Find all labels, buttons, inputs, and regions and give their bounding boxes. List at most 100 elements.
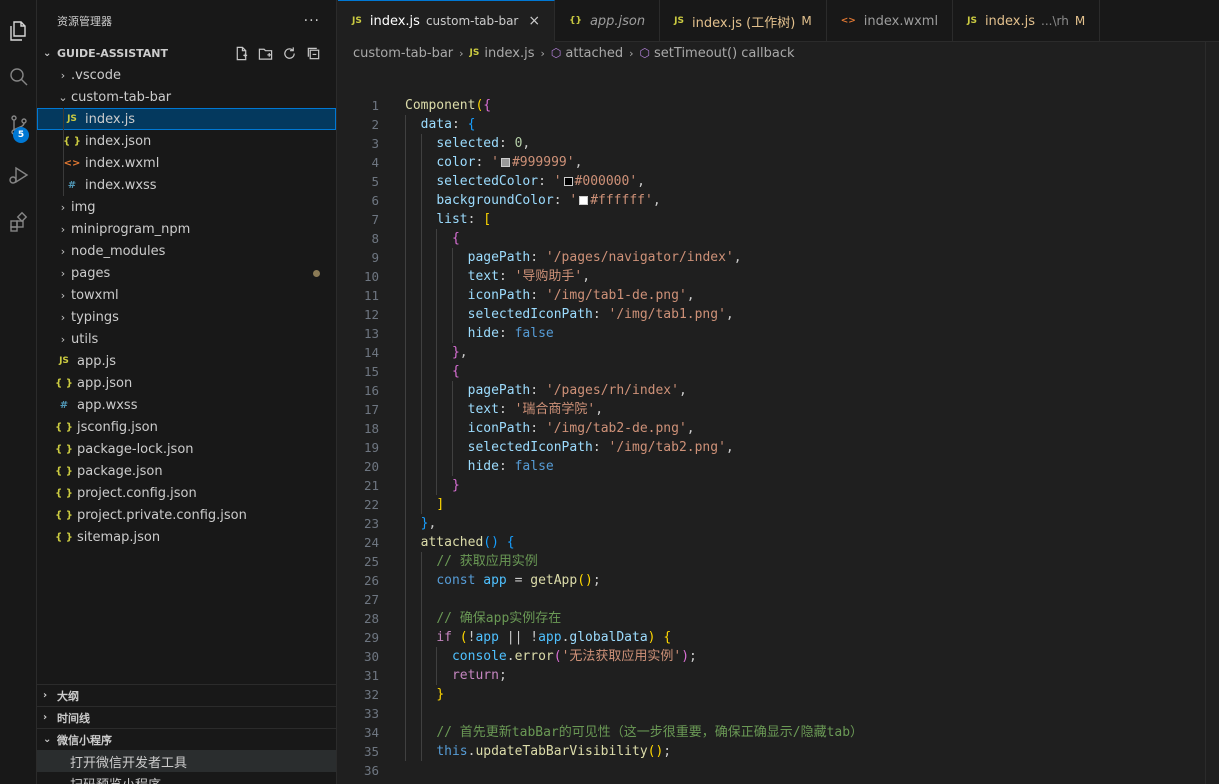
breadcrumb-item[interactable]: index.js — [484, 46, 534, 61]
file-item[interactable]: { } jsconfig.json — [37, 416, 336, 438]
indent-guide — [405, 666, 406, 685]
indent-guide — [405, 286, 406, 305]
folder-item[interactable]: › img — [37, 196, 336, 218]
collapse-all-icon[interactable] — [304, 45, 322, 61]
file-tree: › .vscode ⌄ custom-tab-bar JS index.js{ } inde… — [37, 64, 336, 548]
js-file-icon: JS — [67, 114, 77, 124]
indent-guide — [436, 476, 438, 495]
code-line: 10 text: '导购助手', — [338, 267, 1219, 286]
activity-bar: 5 — [0, 0, 37, 784]
file-item[interactable]: { } package-lock.json — [37, 438, 336, 460]
folder-item[interactable]: › towxml — [37, 284, 336, 306]
line-number: 12 — [363, 307, 379, 322]
project-section-header[interactable]: ⌄ GUIDE-ASSISTANT — [37, 42, 336, 64]
code-text: attached() { — [379, 533, 515, 552]
timeline-section-header[interactable]: › 时间线 — [37, 706, 336, 728]
editor-scrollbar[interactable] — [1205, 42, 1219, 784]
file-item[interactable]: { } project.private.config.json — [37, 504, 336, 526]
folder-item[interactable]: › miniprogram_npm — [37, 218, 336, 240]
line-number: 25 — [363, 554, 379, 569]
indent-guide — [63, 174, 64, 196]
search-icon[interactable] — [0, 57, 37, 97]
editor-tab[interactable]: JS index.js custom-tab-bar × — [338, 0, 556, 42]
folder-item[interactable]: › utils — [37, 328, 336, 350]
explorer-sidebar: 资源管理器 ··· ⌄ GUIDE-ASSISTANT › .vscode ⌄ cus… — [37, 0, 337, 784]
modified-dot-icon — [313, 270, 320, 277]
code-line: 8 { — [338, 229, 1219, 248]
file-item[interactable]: { } sitemap.json — [37, 526, 336, 548]
extensions-icon[interactable] — [0, 203, 37, 243]
file-item[interactable]: # index.wxss — [37, 174, 336, 196]
code-editor[interactable]: 1 Component({2 data: {3 selected: 0, 4 col… — [338, 96, 1219, 780]
chevron-right-icon: › — [43, 690, 48, 701]
line-number: 28 — [363, 611, 379, 626]
code-text: // 获取应用实例 — [379, 552, 538, 571]
file-item[interactable]: { } app.json — [37, 372, 336, 394]
code-text: // 确保app实例存在 — [379, 609, 561, 628]
file-item[interactable]: # app.wxss — [37, 394, 336, 416]
breadcrumb-item[interactable]: custom-tab-bar — [353, 46, 453, 61]
file-item[interactable]: { } index.json — [37, 130, 336, 152]
line-number: 19 — [363, 440, 379, 455]
code-text: selectedIconPath: '/img/tab2.png', — [379, 438, 734, 457]
file-item[interactable]: <> index.wxml — [37, 152, 336, 174]
editor-tab[interactable]: JS index.js (工作树) M — [660, 0, 827, 42]
new-folder-icon[interactable] — [256, 45, 274, 61]
color-swatch[interactable] — [579, 196, 589, 205]
line-number: 21 — [363, 478, 379, 493]
indent-guide — [405, 343, 406, 362]
folder-item[interactable]: › .vscode — [37, 64, 336, 86]
file-item[interactable]: JS app.js — [37, 350, 336, 372]
indent-guide — [420, 248, 422, 267]
breadcrumb-item[interactable]: setTimeout() callback — [654, 46, 794, 61]
line-number: 24 — [363, 535, 379, 550]
file-label: app.json — [77, 375, 133, 391]
explorer-icon[interactable] — [0, 11, 37, 51]
file-label: node_modules — [71, 243, 166, 259]
line-number: 15 — [363, 364, 379, 379]
folder-item[interactable]: ⌄ custom-tab-bar — [37, 86, 336, 108]
line-number: 23 — [363, 516, 379, 531]
editor-tab[interactable]: JS index.js ...\rh M — [953, 0, 1101, 42]
file-item[interactable]: JS index.js — [37, 108, 336, 130]
code-line: 31 return; — [338, 666, 1219, 685]
line-number: 3 — [371, 136, 379, 151]
folder-item[interactable]: › typings — [37, 306, 336, 328]
outline-section-header[interactable]: › 大纲 — [37, 684, 336, 706]
file-item[interactable]: { } project.config.json — [37, 482, 336, 504]
indent-guide — [63, 108, 64, 130]
code-line: 14 }, — [338, 343, 1219, 362]
scan-preview-item[interactable]: 扫码预览小程序 — [37, 772, 336, 784]
open-wechat-devtools-item[interactable]: 打开微信开发者工具 — [37, 750, 336, 772]
refresh-icon[interactable] — [280, 45, 298, 61]
breadcrumb-item[interactable]: attached — [565, 46, 623, 61]
js-file-icon: JS — [469, 48, 480, 58]
tab-label: index.js — [984, 13, 1036, 29]
close-icon[interactable]: × — [528, 13, 540, 29]
new-file-icon[interactable] — [232, 45, 250, 61]
folder-item[interactable]: › node_modules — [37, 240, 336, 262]
color-swatch[interactable] — [500, 158, 510, 167]
code-line: 15 { — [338, 362, 1219, 381]
json-file-icon: { } — [55, 377, 73, 389]
color-swatch[interactable] — [563, 177, 573, 186]
line-number: 1 — [371, 98, 379, 113]
indent-guide — [63, 130, 64, 152]
file-label: package.json — [77, 463, 163, 479]
chevron-right-icon: › — [43, 712, 48, 723]
indent-guide — [451, 324, 453, 343]
more-actions-icon[interactable]: ··· — [304, 13, 320, 29]
file-label: .vscode — [71, 67, 121, 83]
folder-item[interactable]: › pages — [37, 262, 336, 284]
file-label: miniprogram_npm — [71, 221, 191, 237]
code-line: 13 hide: false — [338, 324, 1219, 343]
file-item[interactable]: { } package.json — [37, 460, 336, 482]
wechat-section-header[interactable]: ⌄ 微信小程序 — [37, 728, 336, 750]
editor-tab[interactable]: {} app.json — [555, 0, 661, 42]
editor-tab[interactable]: <> index.wxml — [827, 0, 954, 42]
run-debug-icon[interactable] — [0, 155, 37, 195]
breadcrumb-separator-icon: › — [540, 46, 545, 60]
file-label: sitemap.json — [77, 529, 161, 545]
indent-guide — [451, 419, 453, 438]
line-number: 8 — [371, 231, 379, 246]
